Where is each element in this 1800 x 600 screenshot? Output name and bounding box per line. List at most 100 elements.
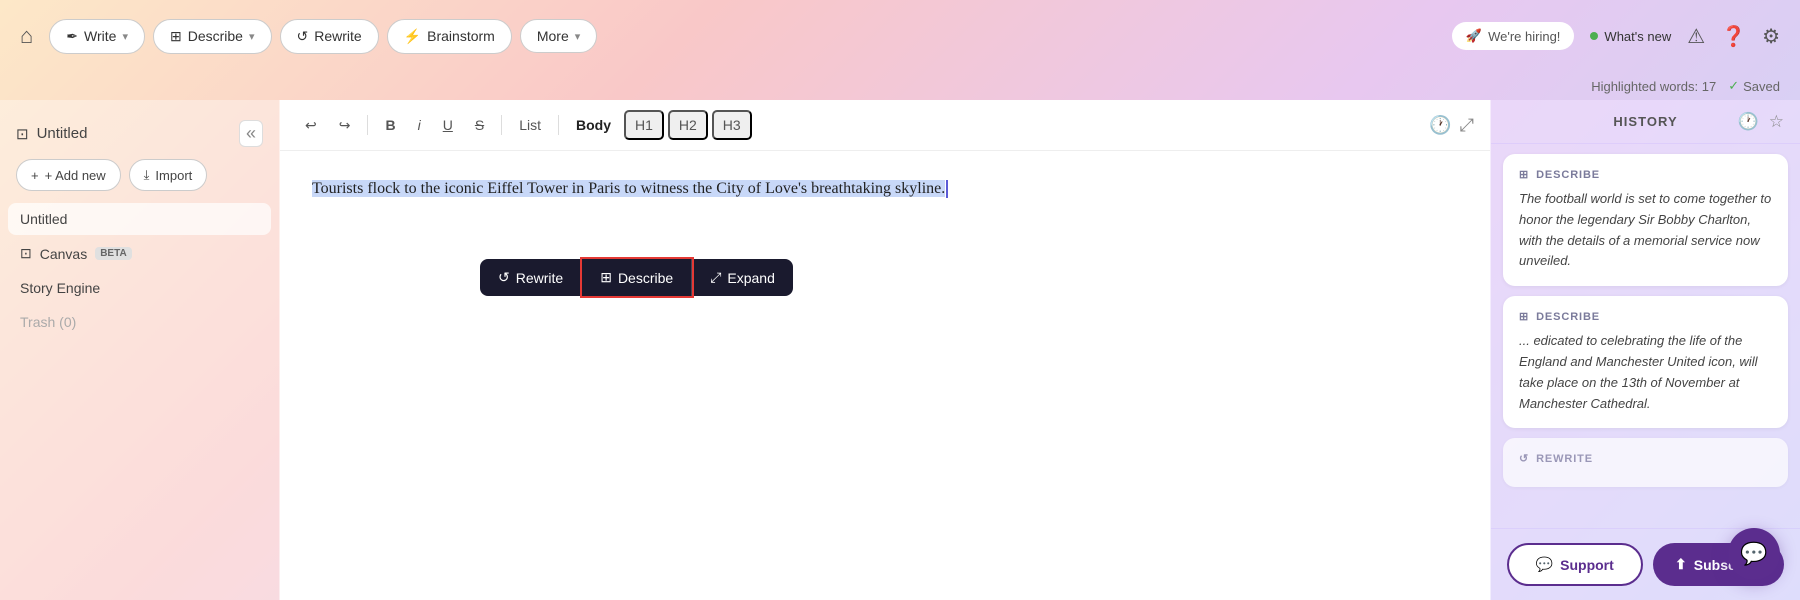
editor-content[interactable]: Tourists flock to the iconic Eiffel Towe… bbox=[280, 151, 1490, 600]
history-card-label-1: ⊞ DESCRIBE bbox=[1519, 310, 1772, 323]
underline-button[interactable]: U bbox=[434, 112, 462, 138]
panel-history-icon[interactable]: 🕐 bbox=[1738, 112, 1759, 132]
story-engine-label: Story Engine bbox=[20, 280, 100, 296]
subscribe-icon: ⬆ bbox=[1675, 556, 1687, 573]
history-card-2[interactable]: ↺ REWRITE bbox=[1503, 438, 1788, 487]
history-card-0[interactable]: ⊞ DESCRIBE The football world is set to … bbox=[1503, 154, 1788, 286]
editor-text-block: Tourists flock to the iconic Eiffel Towe… bbox=[312, 175, 1458, 202]
expand-icon-button[interactable]: ⤢ bbox=[1460, 115, 1474, 136]
redo-button[interactable]: ↪ bbox=[330, 112, 360, 139]
sidebar-header: ⊡ Untitled « bbox=[0, 112, 279, 159]
toolbar-divider-2 bbox=[501, 115, 502, 135]
history-card-type-2: REWRITE bbox=[1536, 453, 1593, 465]
history-card-type-0: DESCRIBE bbox=[1536, 169, 1600, 181]
sidebar-item-untitled[interactable]: Untitled bbox=[8, 203, 271, 235]
alert-icon-button[interactable]: ⚠ bbox=[1687, 24, 1705, 49]
rocket-icon: 🚀 bbox=[1466, 28, 1482, 44]
add-new-button[interactable]: + + Add new bbox=[16, 159, 121, 191]
toolbar-divider-1 bbox=[367, 115, 368, 135]
body-style-label[interactable]: Body bbox=[567, 112, 620, 138]
float-rewrite-icon: ↺ bbox=[498, 269, 510, 286]
strikethrough-button[interactable]: S bbox=[466, 112, 493, 138]
settings-icon-button[interactable]: ⚙ bbox=[1762, 24, 1780, 49]
h1-button[interactable]: H1 bbox=[624, 110, 664, 140]
brainstorm-button[interactable]: ⚡ Brainstorm bbox=[387, 19, 512, 54]
pen-icon: ✒ bbox=[66, 28, 78, 45]
sidebar-nav: Untitled ⊡ Canvas BETA Story Engine Tras… bbox=[0, 203, 279, 338]
import-label: Import bbox=[155, 168, 192, 183]
floating-toolbar: ↺ Rewrite ⊞ Describe ⤢ Expand bbox=[480, 259, 793, 296]
describe-card-icon-1: ⊞ bbox=[1519, 310, 1529, 323]
support-button[interactable]: 💬 Support bbox=[1507, 543, 1643, 586]
panel-title: HISTORY bbox=[1613, 114, 1677, 129]
saved-badge: ✓ Saved bbox=[1728, 78, 1780, 94]
hiring-label: We're hiring! bbox=[1488, 29, 1560, 44]
panel-content: ⊞ DESCRIBE The football world is set to … bbox=[1491, 144, 1800, 528]
help-icon-button[interactable]: ❓ bbox=[1721, 24, 1746, 49]
h2-button[interactable]: H2 bbox=[668, 110, 708, 140]
panel-star-icon[interactable]: ☆ bbox=[1769, 112, 1784, 132]
sidebar-title-text: Untitled bbox=[37, 125, 88, 142]
sidebar-item-story-engine[interactable]: Story Engine bbox=[8, 272, 271, 304]
add-new-label: + Add new bbox=[45, 168, 106, 183]
panel-header: HISTORY 🕐 ☆ bbox=[1491, 100, 1800, 144]
more-button[interactable]: More ▾ bbox=[520, 19, 597, 53]
dot-green-icon bbox=[1590, 32, 1598, 40]
canvas-label: Canvas bbox=[40, 246, 87, 262]
sidebar: ⊡ Untitled « + + Add new ⤓ Import Untitl… bbox=[0, 100, 280, 600]
describe-label: Describe bbox=[188, 28, 243, 44]
check-icon: ✓ bbox=[1728, 78, 1739, 94]
sidebar-actions: + + Add new ⤓ Import bbox=[0, 159, 279, 203]
chat-bubble-button[interactable]: 💬 bbox=[1728, 528, 1780, 580]
rewrite-button[interactable]: ↺ Rewrite bbox=[280, 19, 379, 54]
whats-new-button[interactable]: What's new bbox=[1590, 29, 1671, 44]
brainstorm-icon: ⚡ bbox=[404, 28, 421, 45]
home-icon[interactable]: ⌂ bbox=[20, 23, 33, 49]
cursor bbox=[946, 180, 948, 198]
more-chevron: ▾ bbox=[575, 30, 581, 43]
float-expand-button[interactable]: ⤢ Expand bbox=[692, 259, 793, 296]
history-card-1[interactable]: ⊞ DESCRIBE ... edicated to celebrating t… bbox=[1503, 296, 1788, 428]
rewrite-icon: ↺ bbox=[297, 28, 309, 45]
sidebar-collapse-button[interactable]: « bbox=[239, 120, 263, 147]
rewrite-label: Rewrite bbox=[314, 28, 361, 44]
float-describe-button[interactable]: ⊞ Describe bbox=[582, 259, 692, 296]
more-label: More bbox=[537, 28, 569, 44]
float-rewrite-button[interactable]: ↺ Rewrite bbox=[480, 259, 582, 296]
main-layout: ⊡ Untitled « + + Add new ⤓ Import Untitl… bbox=[0, 100, 1800, 600]
nav-right: 🚀 We're hiring! What's new ⚠ ❓ ⚙ bbox=[1452, 22, 1780, 50]
sidebar-item-trash[interactable]: Trash (0) bbox=[8, 306, 271, 338]
canvas-icon: ⊡ bbox=[20, 245, 32, 262]
describe-button[interactable]: ⊞ Describe ▾ bbox=[153, 19, 272, 54]
chat-icon: 💬 bbox=[1740, 541, 1767, 567]
sidebar-folder-icon: ⊡ bbox=[16, 125, 29, 143]
bold-button[interactable]: B bbox=[376, 112, 404, 138]
sidebar-item-canvas[interactable]: ⊡ Canvas BETA bbox=[8, 237, 271, 270]
hiring-badge[interactable]: 🚀 We're hiring! bbox=[1452, 22, 1575, 50]
describe-card-icon-0: ⊞ bbox=[1519, 168, 1529, 181]
nav-buttons: ✒ Write ▾ ⊞ Describe ▾ ↺ Rewrite ⚡ Brain… bbox=[49, 19, 1452, 54]
history-icon-button[interactable]: 🕐 bbox=[1429, 115, 1451, 136]
write-label: Write bbox=[84, 28, 116, 44]
toolbar-right: 🕐 ⤢ bbox=[1429, 115, 1474, 136]
panel-header-icons: 🕐 ☆ bbox=[1738, 112, 1784, 132]
sidebar-item-label: Untitled bbox=[20, 211, 67, 227]
history-card-label-0: ⊞ DESCRIBE bbox=[1519, 168, 1772, 181]
history-card-text-0: The football world is set to come togeth… bbox=[1519, 189, 1772, 272]
rewrite-card-icon-2: ↺ bbox=[1519, 452, 1529, 465]
list-button[interactable]: List bbox=[510, 112, 550, 138]
highlight-count: Highlighted words: 17 bbox=[1591, 79, 1716, 94]
float-expand-icon: ⤢ bbox=[710, 269, 721, 286]
undo-button[interactable]: ↩ bbox=[296, 112, 326, 139]
selected-text: Tourists flock to the iconic Eiffel Towe… bbox=[312, 180, 945, 197]
support-icon: 💬 bbox=[1536, 556, 1553, 573]
editor-toolbar: ↩ ↪ B i U S List Body H1 H2 H3 🕐 ⤢ bbox=[280, 100, 1490, 151]
toolbar-divider-3 bbox=[558, 115, 559, 135]
import-button[interactable]: ⤓ Import bbox=[129, 159, 208, 191]
write-button[interactable]: ✒ Write ▾ bbox=[49, 19, 145, 54]
italic-button[interactable]: i bbox=[409, 112, 430, 138]
describe-icon: ⊞ bbox=[170, 28, 182, 45]
describe-chevron: ▾ bbox=[249, 30, 255, 43]
float-describe-icon: ⊞ bbox=[600, 269, 612, 286]
h3-button[interactable]: H3 bbox=[712, 110, 752, 140]
